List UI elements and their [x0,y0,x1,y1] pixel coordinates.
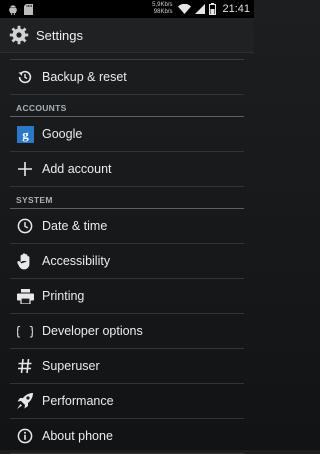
setting-label: Superuser [42,359,100,373]
wifi-icon [178,4,192,14]
plus-icon [14,158,36,180]
setting-label: Performance [42,394,114,408]
section-header-system: SYSTEM [10,187,244,209]
google-icon: g [14,123,36,145]
section-header-accounts: ACCOUNTS [10,95,244,117]
hand-icon [14,250,36,272]
setting-label: Date & time [42,219,108,233]
setting-date-time[interactable]: Date & time [10,209,244,244]
setting-add-account[interactable]: Add account [10,152,244,187]
setting-label: Backup & reset [42,70,127,84]
svg-text:g: g [22,127,29,142]
page-title: Settings [36,27,83,43]
info-icon [14,425,36,447]
setting-label: About phone [42,429,113,443]
settings-list: Backup & reset ACCOUNTS g Google Add acc… [0,53,254,454]
curly-braces-icon: { } [14,320,36,342]
sd-card-icon [24,3,33,15]
setting-accessibility[interactable]: Accessibility [10,244,244,279]
clock-icon [14,215,36,237]
setting-label: Printing [42,289,85,303]
svg-text:{ }: { } [17,325,33,339]
status-bar: 5,9Kb/s 98Kb/s 21:41 [0,0,254,18]
setting-developer-options[interactable]: { } Developer options [10,314,244,349]
signal-icon [195,4,206,14]
android-icon [8,4,18,15]
hash-icon [14,355,36,377]
printer-icon [14,285,36,307]
setting-label: Developer options [42,324,143,338]
rocket-icon [14,390,36,412]
setting-google-account[interactable]: g Google [10,117,244,152]
setting-backup-reset[interactable]: Backup & reset [10,60,244,95]
setting-label: Add account [42,162,112,176]
net-download-speed: 98Kb/s [153,9,173,15]
net-upload-speed: 5,9Kb/s [152,2,173,8]
battery-icon [209,3,217,15]
clock: 21:41 [222,3,250,15]
settings-gear-icon[interactable] [8,24,30,46]
setting-performance[interactable]: Performance [10,384,244,419]
setting-label: Google [42,127,83,141]
divider [10,53,244,60]
backup-restore-icon [14,66,36,88]
setting-printing[interactable]: Printing [10,279,244,314]
setting-label: Accessibility [42,254,111,268]
action-bar: Settings [0,18,254,53]
setting-about-phone[interactable]: About phone [10,419,244,454]
setting-superuser[interactable]: Superuser [10,349,244,384]
